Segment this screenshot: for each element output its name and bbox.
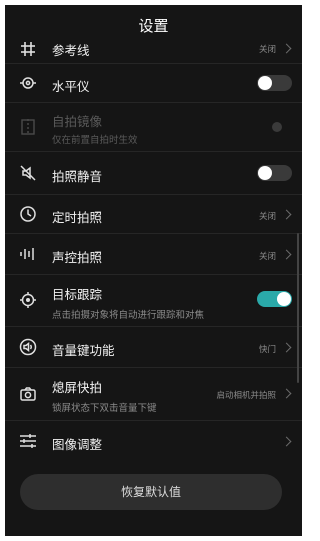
settings-screen: 设置 参考线 关闭 水平仪 自拍镜像 仅在前置自拍时生效 拍照静音 定时拍照 关… bbox=[5, 5, 302, 536]
camera-icon bbox=[19, 385, 37, 403]
chevron-right-icon bbox=[281, 249, 292, 260]
setting-level[interactable]: 水平仪 bbox=[5, 64, 302, 103]
scrollbar[interactable] bbox=[297, 233, 299, 383]
toggle-knob bbox=[258, 166, 272, 180]
target-icon bbox=[19, 291, 37, 309]
setting-selfie-mirror: 自拍镜像 仅在前置自拍时生效 bbox=[5, 103, 302, 152]
chevron-right-icon bbox=[281, 209, 292, 220]
setting-description: 点击拍摄对象将自动进行跟踪和对焦 bbox=[52, 310, 205, 321]
setting-value: 快门 bbox=[258, 345, 276, 355]
setting-value: 关闭 bbox=[258, 252, 276, 262]
tracking-toggle[interactable] bbox=[257, 291, 292, 307]
setting-label: 熄屏快拍 bbox=[52, 380, 103, 395]
setting-label: 自拍镜像 bbox=[52, 114, 103, 129]
grid-icon bbox=[19, 40, 37, 58]
setting-volume-key[interactable]: 音量键功能 快门 bbox=[5, 327, 302, 368]
chevron-right-icon bbox=[281, 388, 292, 399]
volume-icon bbox=[19, 338, 37, 356]
setting-label: 参考线 bbox=[52, 43, 90, 58]
setting-label: 水平仪 bbox=[52, 79, 90, 94]
clock-icon bbox=[19, 205, 37, 223]
setting-description: 锁屏状态下双击音量下键 bbox=[52, 403, 157, 414]
chevron-right-icon bbox=[281, 436, 292, 447]
chevron-right-icon bbox=[281, 43, 292, 54]
toggle-knob bbox=[277, 292, 291, 306]
mirror-icon bbox=[19, 118, 37, 136]
setting-timer[interactable]: 定时拍照 关闭 bbox=[5, 195, 302, 234]
setting-image-adjust[interactable]: 图像调整 bbox=[5, 421, 302, 461]
mute-icon bbox=[19, 164, 37, 182]
setting-label: 拍照静音 bbox=[52, 169, 103, 184]
setting-object-tracking[interactable]: 目标跟踪 点击拍摄对象将自动进行跟踪和对焦 bbox=[5, 275, 302, 327]
setting-voice-capture[interactable]: 声控拍照 关闭 bbox=[5, 234, 302, 275]
sound-wave-icon bbox=[19, 245, 37, 263]
setting-value: 关闭 bbox=[258, 45, 276, 55]
level-icon bbox=[19, 74, 37, 92]
setting-value: 启动相机并拍照 bbox=[216, 391, 276, 401]
setting-label: 声控拍照 bbox=[52, 250, 103, 265]
reset-defaults-button[interactable]: 恢复默认值 bbox=[20, 474, 282, 510]
setting-description: 仅在前置自拍时生效 bbox=[52, 135, 138, 146]
setting-shutter-mute[interactable]: 拍照静音 bbox=[5, 152, 302, 195]
mirror-toggle-disabled bbox=[272, 122, 282, 132]
setting-label: 图像调整 bbox=[52, 437, 103, 452]
level-toggle[interactable] bbox=[257, 75, 292, 91]
chevron-right-icon bbox=[281, 342, 292, 353]
setting-label: 定时拍照 bbox=[52, 210, 103, 225]
toggle-knob bbox=[258, 76, 272, 90]
mute-toggle[interactable] bbox=[257, 165, 292, 181]
setting-label: 音量键功能 bbox=[52, 343, 115, 358]
sliders-icon bbox=[19, 432, 37, 450]
setting-value: 关闭 bbox=[258, 212, 276, 222]
setting-quick-snap[interactable]: 熄屏快拍 锁屏状态下双击音量下键 启动相机并拍照 bbox=[5, 368, 302, 421]
setting-label: 目标跟踪 bbox=[52, 287, 103, 302]
setting-guide-lines[interactable]: 参考线 关闭 bbox=[5, 33, 302, 64]
